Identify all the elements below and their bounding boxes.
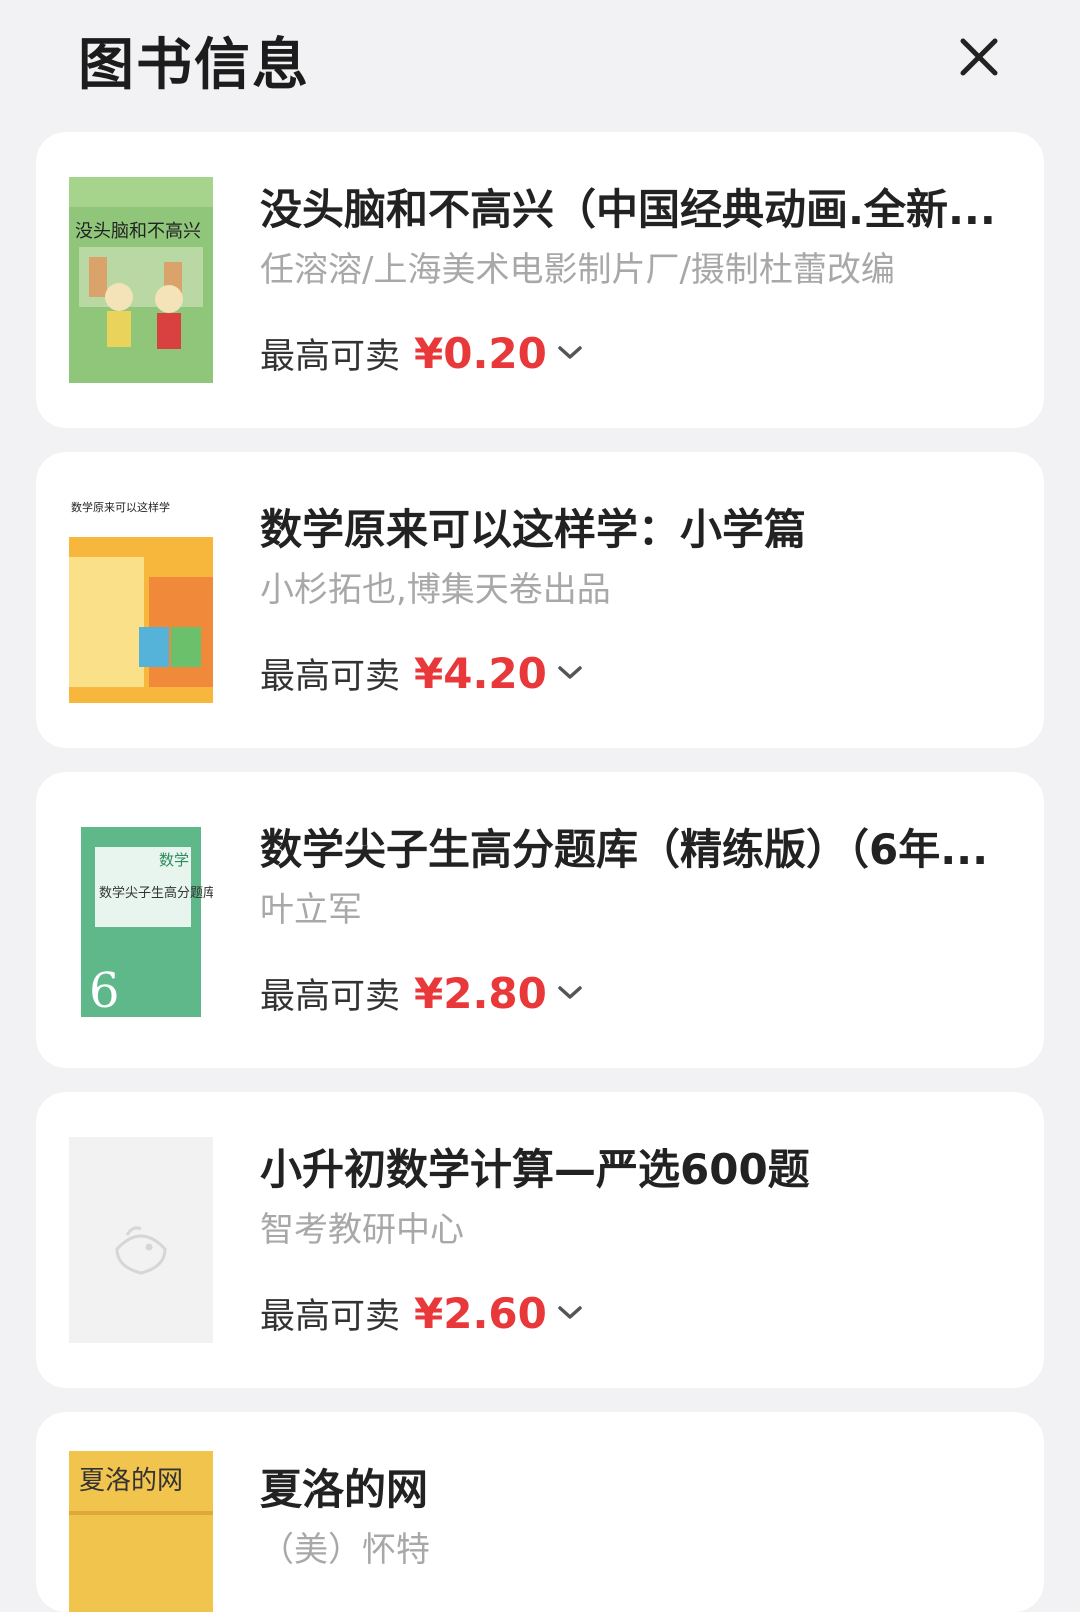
book-title[interactable]: 小升初数学计算—严选600题 bbox=[260, 1136, 1020, 1197]
book-cover: 数学原来可以这样学 bbox=[69, 497, 213, 703]
book-cover: 没头脑和不高兴 bbox=[69, 177, 213, 383]
svg-text:数学原来可以这样学: 数学原来可以这样学 bbox=[71, 500, 170, 514]
book-author: 小杉拓也,博集天卷出品 bbox=[260, 570, 611, 610]
book-cover: 数学 6 数学尖子生高分题库 bbox=[69, 817, 213, 1023]
svg-text:数学: 数学 bbox=[159, 851, 189, 869]
chevron-down-icon[interactable] bbox=[557, 979, 585, 1007]
page-title: 图书信息 bbox=[78, 33, 310, 98]
book-title[interactable]: 数学原来可以这样学：小学篇 bbox=[260, 496, 1020, 557]
price-row[interactable]: 最高可卖 ¥2.80 bbox=[260, 968, 585, 1018]
book-card[interactable]: 没头脑和不高兴 没头脑和不高兴（中国经典动画.全新... 任溶溶/上海美术电影制… bbox=[36, 132, 1044, 428]
chevron-down-icon[interactable] bbox=[557, 1299, 585, 1327]
chevron-down-icon[interactable] bbox=[557, 339, 585, 367]
price-value: ¥4.20 bbox=[414, 648, 547, 698]
price-row[interactable]: 最高可卖 ¥2.60 bbox=[260, 1288, 585, 1338]
book-title[interactable]: 数学尖子生高分题库（精练版）（6年... bbox=[260, 816, 1020, 877]
price-label: 最高可卖 bbox=[260, 976, 401, 1017]
svg-text:夏洛的网: 夏洛的网 bbox=[79, 1466, 183, 1496]
price-label: 最高可卖 bbox=[260, 1296, 401, 1337]
price-value: ¥0.20 bbox=[414, 328, 547, 378]
price-value: ¥2.60 bbox=[414, 1288, 547, 1338]
svg-text:没头脑和不高兴: 没头脑和不高兴 bbox=[75, 221, 201, 242]
book-card[interactable]: 夏洛的网 夏洛的网 （美）怀特 bbox=[36, 1412, 1044, 1612]
book-author: 智考教研中心 bbox=[260, 1210, 464, 1250]
price-value: ¥2.80 bbox=[414, 968, 547, 1018]
chevron-down-icon[interactable] bbox=[557, 659, 585, 687]
header: 图书信息 bbox=[0, 0, 1080, 110]
book-author: 任溶溶/上海美术电影制片厂/摄制杜蕾改编 bbox=[260, 250, 895, 290]
book-author: 叶立军 bbox=[260, 890, 362, 930]
close-button[interactable] bbox=[950, 28, 1008, 86]
svg-text:数学尖子生高分题库: 数学尖子生高分题库 bbox=[99, 885, 213, 901]
book-card[interactable]: 数学 6 数学尖子生高分题库 数学尖子生高分题库（精练版）（6年... 叶立军 … bbox=[36, 772, 1044, 1068]
book-title[interactable]: 没头脑和不高兴（中国经典动画.全新... bbox=[260, 176, 1020, 237]
price-row[interactable]: 最高可卖 ¥4.20 bbox=[260, 648, 585, 698]
book-cover-placeholder bbox=[69, 1137, 213, 1343]
book-cover: 夏洛的网 bbox=[69, 1451, 213, 1612]
close-icon bbox=[960, 38, 998, 76]
price-label: 最高可卖 bbox=[260, 656, 401, 697]
price-row[interactable]: 最高可卖 ¥0.20 bbox=[260, 328, 585, 378]
book-title[interactable]: 夏洛的网 bbox=[260, 1456, 1020, 1517]
price-label: 最高可卖 bbox=[260, 336, 401, 377]
svg-text:6: 6 bbox=[89, 963, 120, 1019]
book-card[interactable]: 小升初数学计算—严选600题 智考教研中心 最高可卖 ¥2.60 bbox=[36, 1092, 1044, 1388]
book-author: （美）怀特 bbox=[260, 1530, 430, 1570]
book-card[interactable]: 数学原来可以这样学 数学原来可以这样学：小学篇 小杉拓也,博集天卷出品 最高可卖… bbox=[36, 452, 1044, 748]
